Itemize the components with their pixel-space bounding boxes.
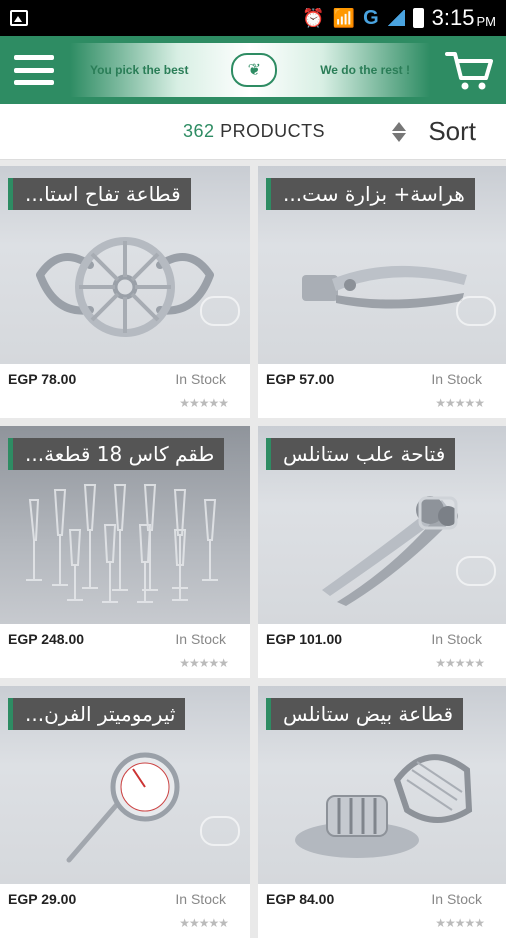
product-title: فتاحة علب ستانلس xyxy=(266,438,456,470)
garlic-press-icon xyxy=(302,265,467,309)
clock-ampm: PM xyxy=(476,13,497,29)
stock-status: In Stock xyxy=(431,891,482,907)
stock-status: In Stock xyxy=(175,631,226,647)
product-image: قطاعة تفاح استا... xyxy=(0,166,250,364)
stock-status: In Stock xyxy=(431,371,482,387)
product-price: EGP 57.00 xyxy=(266,371,335,387)
sort-icon xyxy=(392,121,407,142)
product-image: طقم كاس 18 قطعة... xyxy=(0,426,250,624)
status-bar: ⏰ 📶 G 3:15 PM xyxy=(0,0,506,36)
image-notification-icon xyxy=(10,10,28,26)
product-count-number: 362 xyxy=(183,121,215,141)
product-image: هراسة+ بزارة ست... xyxy=(258,166,506,364)
product-card[interactable]: هراسة+ بزارة ست... EGP 57.00 In Stock ★★… xyxy=(258,166,506,418)
signal-icon xyxy=(386,10,405,26)
product-card[interactable]: قطاعة بيض ستانلس EGP 84.00 In Stock ★★★★… xyxy=(258,686,506,938)
stock-status: In Stock xyxy=(431,631,482,647)
thermometer-icon xyxy=(66,752,180,863)
list-toolbar: 362 PRODUCTS Sort xyxy=(0,104,506,160)
product-card[interactable]: ثيرموميتر الفرن... EGP 29.00 In Stock ★★… xyxy=(0,686,250,938)
network-type: G xyxy=(363,6,379,29)
product-title: ثيرموميتر الفرن... xyxy=(8,698,186,730)
sort-button[interactable]: Sort xyxy=(392,116,476,147)
product-card[interactable]: قطاعة تفاح استا... EGP 78.00 In Stock ★★… xyxy=(0,166,250,418)
product-grid: قطاعة تفاح استا... EGP 78.00 In Stock ★★… xyxy=(0,166,506,938)
watermark-icon xyxy=(200,296,240,326)
product-price: EGP 101.00 xyxy=(266,631,343,647)
product-image: فتاحة علب ستانلس xyxy=(258,426,506,624)
product-image: ثيرموميتر الفرن... xyxy=(0,686,250,884)
stock-status: In Stock xyxy=(175,371,226,387)
hamburger-icon xyxy=(14,55,54,60)
product-title: قطاعة تفاح استا... xyxy=(8,178,191,210)
battery-icon xyxy=(412,8,424,28)
brand-logo-icon: ❦ xyxy=(231,53,278,87)
product-price: EGP 78.00 xyxy=(8,371,77,387)
product-count-label: PRODUCTS xyxy=(220,121,326,141)
product-title: طقم كاس 18 قطعة... xyxy=(8,438,225,470)
product-title: قطاعة بيض ستانلس xyxy=(266,698,464,730)
product-price: EGP 29.00 xyxy=(8,891,77,907)
brand-banner: You pick the best ❦ We do the rest ! xyxy=(70,43,430,97)
watermark-icon xyxy=(456,296,496,326)
rating-stars-icon: ★★★★★ xyxy=(179,916,229,930)
banner-tagline-left: You pick the best xyxy=(90,63,189,77)
cart-button[interactable] xyxy=(444,48,494,92)
product-count: 362 PRODUCTS xyxy=(183,121,325,142)
menu-button[interactable] xyxy=(12,50,56,90)
rating-stars-icon: ★★★★★ xyxy=(179,396,229,410)
product-card[interactable]: طقم كاس 18 قطعة... EGP 248.00 In Stock ★… xyxy=(0,426,250,678)
watermark-icon xyxy=(200,816,240,846)
rating-stars-icon: ★★★★★ xyxy=(435,916,485,930)
rating-stars-icon: ★★★★★ xyxy=(179,656,229,670)
rating-stars-icon: ★★★★★ xyxy=(435,396,485,410)
egg-slicer-icon xyxy=(295,753,473,858)
product-card[interactable]: فتاحة علب ستانلس EGP 101.00 In Stock ★★★… xyxy=(258,426,506,678)
status-indicators: ⏰ 📶 G 3:15 PM xyxy=(302,5,496,31)
product-price: EGP 248.00 xyxy=(8,631,85,647)
alarm-icon: ⏰ xyxy=(302,7,325,28)
apple-slicer-icon xyxy=(36,236,214,337)
product-image: قطاعة بيض ستانلس xyxy=(258,686,506,884)
can-opener-icon xyxy=(322,495,458,606)
clock-time: 3:15 xyxy=(431,5,475,30)
wifi-icon: 📶 xyxy=(332,7,356,28)
product-title: هراسة+ بزارة ست... xyxy=(266,178,475,210)
sort-label: Sort xyxy=(428,116,476,146)
watermark-icon xyxy=(456,556,496,586)
rating-stars-icon: ★★★★★ xyxy=(435,656,485,670)
app-header: You pick the best ❦ We do the rest ! xyxy=(0,36,506,104)
stock-status: In Stock xyxy=(175,891,226,907)
product-price: EGP 84.00 xyxy=(266,891,335,907)
cart-icon xyxy=(445,52,493,90)
glass-set-icon xyxy=(26,483,218,603)
banner-tagline-right: We do the rest ! xyxy=(320,63,410,77)
